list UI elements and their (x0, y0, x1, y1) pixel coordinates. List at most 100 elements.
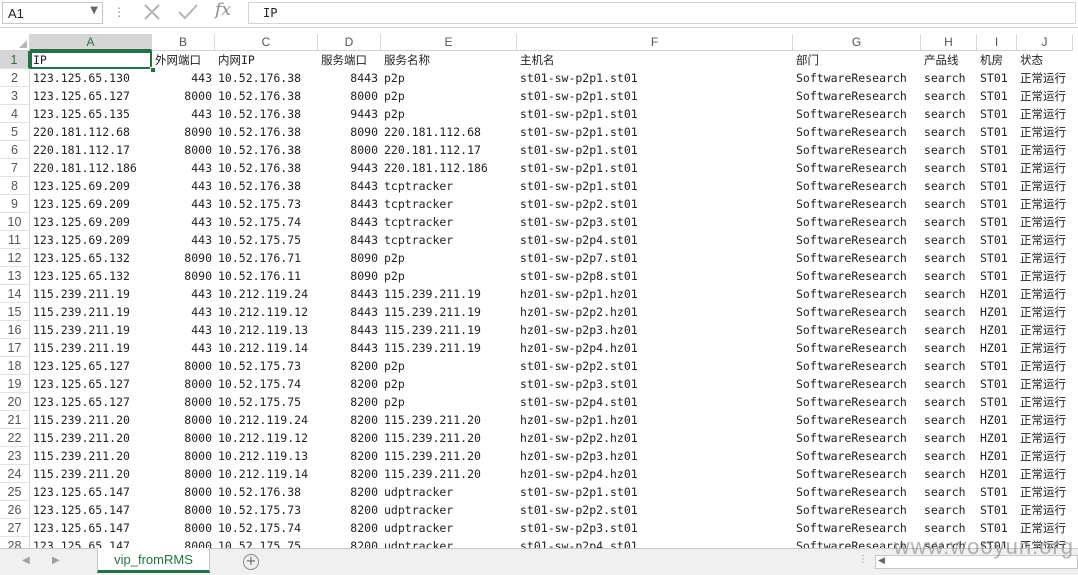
cell-a7[interactable]: 220.181.112.186 (30, 159, 152, 177)
cell-a4[interactable]: 123.125.65.135 (30, 105, 152, 123)
cell-d1[interactable]: 服务端口 (318, 51, 381, 69)
cell-j13[interactable]: 正常运行 (1017, 267, 1073, 285)
cell-a13[interactable]: 123.125.65.132 (30, 267, 152, 285)
cell-e11[interactable]: tcptracker (381, 231, 517, 249)
cell-h24[interactable]: search (921, 465, 977, 483)
cell-c26[interactable]: 10.52.175.73 (215, 501, 318, 519)
row-header[interactable]: 24 (0, 465, 30, 483)
cell-i22[interactable]: HZ01 (977, 429, 1017, 447)
column-header-a[interactable]: A (30, 34, 152, 51)
cell-e13[interactable]: p2p (381, 267, 517, 285)
cell-c5[interactable]: 10.52.176.38 (215, 123, 318, 141)
cell-d21[interactable]: 8200 (318, 411, 381, 429)
chevron-down-icon[interactable]: ▼ (90, 5, 98, 16)
cell-b24[interactable]: 8000 (152, 465, 215, 483)
add-sheet-button[interactable]: + (243, 554, 259, 570)
cell-j7[interactable]: 正常运行 (1017, 159, 1073, 177)
column-header-d[interactable]: D (318, 34, 381, 51)
cell-g13[interactable]: SoftwareResearch (793, 267, 921, 285)
row-header[interactable]: 1 (0, 51, 30, 69)
scroll-tabs-left-icon[interactable]: ◀ (22, 555, 30, 566)
row-header[interactable]: 11 (0, 231, 30, 249)
name-box[interactable]: A1 ▼ (2, 2, 103, 24)
cell-c12[interactable]: 10.52.176.71 (215, 249, 318, 267)
cell-h15[interactable]: search (921, 303, 977, 321)
cell-j4[interactable]: 正常运行 (1017, 105, 1073, 123)
cell-i24[interactable]: HZ01 (977, 465, 1017, 483)
cell-h6[interactable]: search (921, 141, 977, 159)
row-header[interactable]: 4 (0, 105, 30, 123)
cell-d15[interactable]: 8443 (318, 303, 381, 321)
cell-d7[interactable]: 9443 (318, 159, 381, 177)
insert-function-button[interactable]: fx (210, 0, 236, 22)
column-header-b[interactable]: B (152, 34, 215, 51)
cell-h12[interactable]: search (921, 249, 977, 267)
row-header[interactable]: 22 (0, 429, 30, 447)
cell-a10[interactable]: 123.125.69.209 (30, 213, 152, 231)
cell-c15[interactable]: 10.212.119.12 (215, 303, 318, 321)
cell-a2[interactable]: 123.125.65.130 (30, 69, 152, 87)
cell-a28[interactable]: 123.125.65.147 (30, 537, 152, 548)
cell-f9[interactable]: st01-sw-p2p2.st01 (517, 195, 793, 213)
cell-a26[interactable]: 123.125.65.147 (30, 501, 152, 519)
cell-g20[interactable]: SoftwareResearch (793, 393, 921, 411)
cell-b13[interactable]: 8090 (152, 267, 215, 285)
cell-b23[interactable]: 8000 (152, 447, 215, 465)
cell-g18[interactable]: SoftwareResearch (793, 357, 921, 375)
cell-e27[interactable]: udptracker (381, 519, 517, 537)
cell-c7[interactable]: 10.52.176.38 (215, 159, 318, 177)
cell-e15[interactable]: 115.239.211.19 (381, 303, 517, 321)
cell-d22[interactable]: 8200 (318, 429, 381, 447)
cell-b20[interactable]: 8000 (152, 393, 215, 411)
cell-b17[interactable]: 443 (152, 339, 215, 357)
cell-c3[interactable]: 10.52.176.38 (215, 87, 318, 105)
cell-d19[interactable]: 8200 (318, 375, 381, 393)
cell-g24[interactable]: SoftwareResearch (793, 465, 921, 483)
cell-c27[interactable]: 10.52.175.74 (215, 519, 318, 537)
cell-a18[interactable]: 123.125.65.127 (30, 357, 152, 375)
cell-a16[interactable]: 115.239.211.19 (30, 321, 152, 339)
cell-i7[interactable]: ST01 (977, 159, 1017, 177)
cell-h7[interactable]: search (921, 159, 977, 177)
column-header-e[interactable]: E (381, 34, 517, 51)
cell-i16[interactable]: HZ01 (977, 321, 1017, 339)
cell-a6[interactable]: 220.181.112.17 (30, 141, 152, 159)
cell-f7[interactable]: st01-sw-p2p1.st01 (517, 159, 793, 177)
cell-j15[interactable]: 正常运行 (1017, 303, 1073, 321)
cell-a14[interactable]: 115.239.211.19 (30, 285, 152, 303)
cell-a9[interactable]: 123.125.69.209 (30, 195, 152, 213)
cell-c22[interactable]: 10.212.119.12 (215, 429, 318, 447)
row-header[interactable]: 26 (0, 501, 30, 519)
cell-c19[interactable]: 10.52.175.74 (215, 375, 318, 393)
cell-b8[interactable]: 443 (152, 177, 215, 195)
cell-j19[interactable]: 正常运行 (1017, 375, 1073, 393)
cell-i10[interactable]: ST01 (977, 213, 1017, 231)
cell-c20[interactable]: 10.52.175.75 (215, 393, 318, 411)
column-header-i[interactable]: I (977, 34, 1017, 51)
cell-h19[interactable]: search (921, 375, 977, 393)
cell-b18[interactable]: 8000 (152, 357, 215, 375)
cell-c24[interactable]: 10.212.119.14 (215, 465, 318, 483)
cell-c28[interactable]: 10.52.175.75 (215, 537, 318, 548)
cell-g5[interactable]: SoftwareResearch (793, 123, 921, 141)
cell-g1[interactable]: 部门 (793, 51, 921, 69)
cell-f22[interactable]: hz01-sw-p2p2.hz01 (517, 429, 793, 447)
column-header-c[interactable]: C (215, 34, 318, 51)
cell-j21[interactable]: 正常运行 (1017, 411, 1073, 429)
cell-f6[interactable]: st01-sw-p2p1.st01 (517, 141, 793, 159)
cell-c21[interactable]: 10.212.119.24 (215, 411, 318, 429)
cell-g10[interactable]: SoftwareResearch (793, 213, 921, 231)
sheet-tab[interactable]: vip_fromRMS (97, 548, 210, 573)
cell-d20[interactable]: 8200 (318, 393, 381, 411)
cell-a15[interactable]: 115.239.211.19 (30, 303, 152, 321)
scroll-tabs-right-icon[interactable]: ▶ (52, 555, 60, 566)
row-header[interactable]: 12 (0, 249, 30, 267)
cell-j8[interactable]: 正常运行 (1017, 177, 1073, 195)
cell-f13[interactable]: st01-sw-p2p8.st01 (517, 267, 793, 285)
cell-i15[interactable]: HZ01 (977, 303, 1017, 321)
cell-f11[interactable]: st01-sw-p2p4.st01 (517, 231, 793, 249)
cell-d23[interactable]: 8200 (318, 447, 381, 465)
cell-h22[interactable]: search (921, 429, 977, 447)
cell-e17[interactable]: 115.239.211.19 (381, 339, 517, 357)
cell-i5[interactable]: ST01 (977, 123, 1017, 141)
